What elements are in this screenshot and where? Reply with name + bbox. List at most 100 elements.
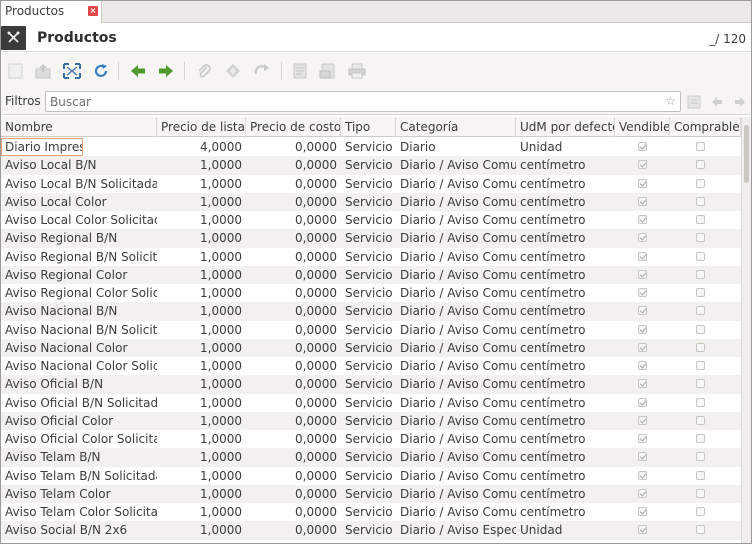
search-input[interactable]	[45, 91, 681, 112]
cell-udm[interactable]: centímetro	[516, 284, 615, 302]
cell-tipo[interactable]: Servicio	[341, 485, 396, 503]
cell-tipo[interactable]: Servicio	[341, 229, 396, 247]
table-row[interactable]: Aviso Local Color Solicitada 1,0000 0,0000…	[1, 211, 741, 230]
cell-precio-costo[interactable]: 0,0000	[246, 430, 341, 448]
cell-udm[interactable]: centímetro	[516, 248, 615, 266]
vendible-checkbox[interactable]	[638, 488, 647, 498]
vendible-checkbox[interactable]	[638, 178, 647, 188]
action-icon[interactable]	[224, 63, 242, 79]
column-header-nombre[interactable]: Nombre	[1, 117, 157, 137]
cell-udm[interactable]: centímetro	[516, 302, 615, 320]
cell-udm[interactable]: centímetro	[516, 412, 615, 430]
vertical-scrollbar[interactable]	[741, 117, 751, 543]
table-row[interactable]: Aviso Regional B/N 1,0000 0,0000 Servicio Di…	[1, 229, 741, 248]
tab-productos[interactable]: Productos ×	[1, 1, 102, 23]
cell-precio-costo[interactable]: 0,0000	[246, 467, 341, 485]
table-row[interactable]: Aviso Nacional Color Solicitada1,00000,0…	[1, 357, 741, 376]
vendible-checkbox[interactable]	[638, 397, 647, 407]
cell-udm[interactable]: centímetro	[516, 375, 615, 393]
vendible-checkbox[interactable]	[638, 142, 647, 151]
cell-precio-lista[interactable]: 1,0000	[157, 357, 246, 375]
comprable-checkbox[interactable]	[696, 452, 705, 462]
close-icon[interactable]: ×	[88, 6, 98, 16]
cell-categoria[interactable]: Diario / Aviso Especial	[396, 521, 516, 539]
cell-tipo[interactable]: Servicio	[341, 521, 396, 539]
table-row[interactable]: Aviso Telam B/N Solicitada 1,0000 0,0000 Se…	[1, 466, 741, 485]
cell-categoria[interactable]: Diario / Aviso Comun	[396, 211, 516, 229]
cell-udm[interactable]: Unidad	[516, 521, 615, 539]
attachment-icon[interactable]	[195, 63, 213, 79]
cell-precio-lista[interactable]: 1,0000	[157, 503, 246, 521]
cell-categoria[interactable]: Diario / Aviso Comun	[396, 430, 516, 448]
cell-categoria[interactable]: Diario / Aviso Comun	[396, 503, 516, 521]
comprable-checkbox[interactable]	[696, 196, 705, 206]
column-header-precio-costo[interactable]: Precio de costo	[246, 117, 341, 137]
comprable-checkbox[interactable]	[696, 342, 705, 352]
cell-precio-lista[interactable]: 1,0000	[157, 302, 246, 320]
cell-categoria[interactable]: Diario / Aviso Comun	[396, 156, 516, 174]
comprable-checkbox[interactable]	[696, 160, 705, 170]
cell-tipo[interactable]: Servicio	[341, 266, 396, 284]
cell-precio-lista[interactable]: 1,0000	[157, 284, 246, 302]
cell-precio-lista[interactable]: 1,0000	[157, 394, 246, 412]
comprable-checkbox[interactable]	[696, 251, 705, 261]
comprable-checkbox[interactable]	[696, 397, 705, 407]
table-row[interactable]: Aviso Oficial B/N Solicitada 1,0000 0,0000…	[1, 393, 741, 412]
cell-precio-costo[interactable]: 0,0000	[246, 156, 341, 174]
cell-tipo[interactable]: Servicio	[341, 138, 396, 156]
cell-precio-lista[interactable]: 1,0000	[157, 156, 246, 174]
cell-nombre[interactable]: Aviso Local Color	[1, 193, 157, 211]
cell-nombre[interactable]: Aviso Oficial Color	[1, 412, 157, 430]
vendible-checkbox[interactable]	[638, 379, 647, 389]
cell-precio-lista[interactable]: 4,0000	[157, 138, 246, 156]
cell-udm[interactable]: centímetro	[516, 211, 615, 229]
cell-precio-costo[interactable]: 0,0000	[246, 485, 341, 503]
comprable-checkbox[interactable]	[696, 488, 705, 498]
fullscreen-icon[interactable]	[63, 63, 81, 79]
relate-icon[interactable]	[253, 63, 271, 79]
table-row[interactable]: Aviso Nacional B/N Solicitada1,00000,000…	[1, 320, 741, 339]
cell-precio-costo[interactable]: 0,0000	[246, 193, 341, 211]
cell-precio-costo[interactable]: 0,0000	[246, 503, 341, 521]
cell-nombre[interactable]: Aviso Oficial B/N	[1, 375, 157, 393]
vendible-checkbox[interactable]	[638, 525, 647, 535]
cell-nombre[interactable]: Aviso Regional Color Solicitada	[1, 284, 157, 302]
vendible-checkbox[interactable]	[638, 306, 647, 316]
comprable-checkbox[interactable]	[696, 525, 705, 535]
table-row[interactable]: Aviso Regional Color 1,0000 0,0000 Servicio…	[1, 265, 741, 284]
cell-categoria[interactable]: Diario / Aviso Comun	[396, 375, 516, 393]
column-header-vendible[interactable]: Vendible	[615, 117, 670, 137]
cell-precio-lista[interactable]: 1,0000	[157, 485, 246, 503]
cell-precio-costo[interactable]: 0,0000	[246, 302, 341, 320]
table-row[interactable]: Aviso Regional B/N Solicitada1,00000,000…	[1, 247, 741, 266]
comprable-checkbox[interactable]	[696, 324, 705, 334]
column-header-comprable[interactable]: Comprable	[670, 117, 741, 137]
cell-nombre[interactable]: Aviso Oficial B/N Solicitada	[1, 394, 157, 412]
comprable-checkbox[interactable]	[696, 415, 705, 425]
cell-nombre[interactable]: Aviso Local Color Solicitada	[1, 211, 157, 229]
cell-categoria[interactable]: Diario / Aviso Comun	[396, 485, 516, 503]
comprable-checkbox[interactable]	[696, 178, 705, 188]
cell-precio-costo[interactable]: 0,0000	[246, 229, 341, 247]
cell-precio-costo[interactable]: 0,0000	[246, 375, 341, 393]
cell-nombre[interactable]: Aviso Local B/N Solicitada	[1, 175, 157, 193]
comprable-checkbox[interactable]	[696, 507, 705, 516]
comprable-checkbox[interactable]	[696, 142, 705, 151]
switch-view-button[interactable]	[1, 26, 26, 50]
cell-nombre[interactable]: Aviso Nacional B/N	[1, 302, 157, 320]
cell-categoria[interactable]: Diario / Aviso Comun	[396, 394, 516, 412]
cell-precio-lista[interactable]: 1,0000	[157, 175, 246, 193]
cell-precio-costo[interactable]: 0,0000	[246, 175, 341, 193]
cell-precio-costo[interactable]: 0,0000	[246, 521, 341, 539]
vendible-checkbox[interactable]	[638, 233, 647, 243]
table-row[interactable]: Aviso Regional Color Solicitada1,00000,0…	[1, 284, 741, 303]
comprable-checkbox[interactable]	[696, 233, 705, 243]
print-icon[interactable]	[348, 63, 366, 79]
cell-udm[interactable]: centímetro	[516, 175, 615, 193]
cell-tipo[interactable]: Servicio	[341, 302, 396, 320]
cell-nombre[interactable]: Aviso Regional Color	[1, 266, 157, 284]
cell-nombre[interactable]: Aviso Regional B/N Solicitada	[1, 248, 157, 266]
cell-precio-lista[interactable]: 1,0000	[157, 211, 246, 229]
cell-tipo[interactable]: Servicio	[341, 430, 396, 448]
cell-precio-lista[interactable]: 1,0000	[157, 266, 246, 284]
